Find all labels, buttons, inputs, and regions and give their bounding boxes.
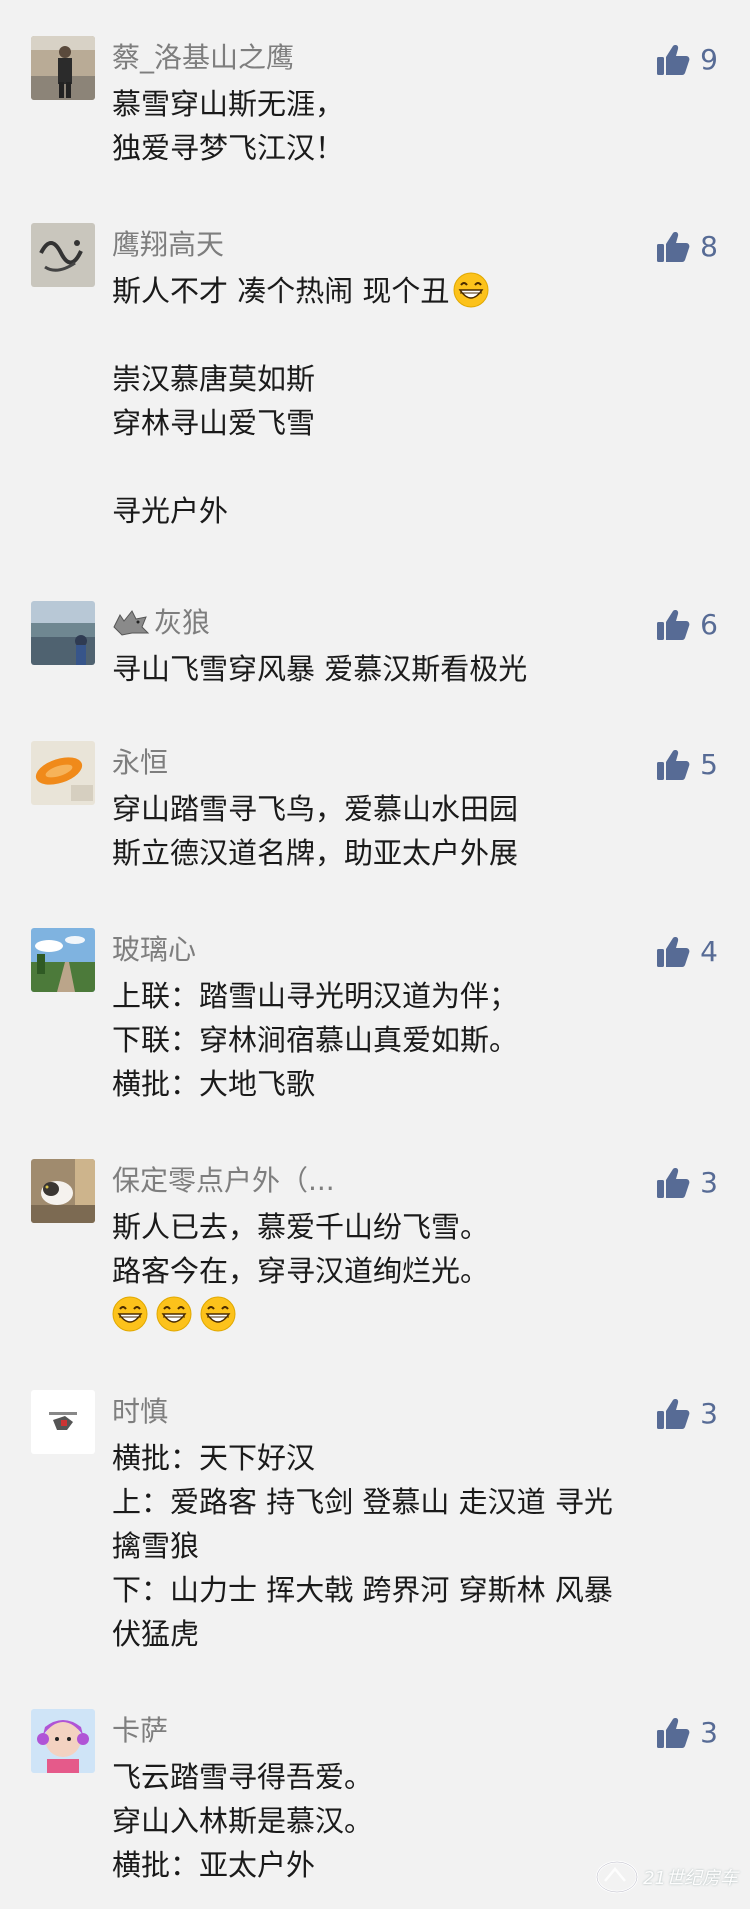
text-line: 上：爱路客 持飞剑 登慕山 走汉道 寻光 (112, 1485, 613, 1519)
watermark-logo-icon (595, 1860, 639, 1894)
avatar[interactable] (31, 741, 95, 805)
thumbs-up-icon (657, 1168, 690, 1198)
like-button[interactable]: 3 (656, 1713, 718, 1753)
text-line: 穿林寻山爱飞雪 (112, 406, 316, 440)
text-line: 飞云踏雪寻得吾爱。 (112, 1760, 374, 1794)
like-count: 9 (700, 43, 718, 76)
text-line: 路客今在，穿寻汉道绚烂光。 (112, 1254, 490, 1288)
text-line: 穿山入林斯是慕汉。 (112, 1804, 374, 1838)
text-line: 寻山飞雪穿风暴 爱慕汉斯看极光 (112, 652, 528, 686)
text-line: 下：山力士 挥大戟 跨界河 穿斯林 风暴 (112, 1573, 613, 1607)
comment-author[interactable]: 卡萨 (112, 1711, 168, 1751)
text-line: 横批：天下好汉 (112, 1441, 316, 1475)
like-button[interactable]: 6 (656, 605, 718, 645)
like-button[interactable]: 5 (656, 745, 718, 785)
wolf-emoji-icon (113, 610, 150, 636)
grinning-emoji-icon (156, 1296, 192, 1332)
comment-text: 横批：天下好汉 上：爱路客 持飞剑 登慕山 走汉道 寻光 擒雪狼 下：山力士 挥… (112, 1436, 613, 1656)
comment-author[interactable]: 鹰翔高天 (112, 225, 224, 265)
grinning-emoji-icon (200, 1296, 236, 1332)
like-button[interactable]: 3 (656, 1163, 718, 1203)
thumbs-up-icon (657, 610, 690, 640)
thumbs-up-icon (657, 1399, 690, 1429)
text-line: 寻光户外 (112, 494, 229, 528)
text-line: 独爱寻梦飞江汉！ (112, 131, 345, 165)
text-line: 横批：亚太户外 (112, 1848, 316, 1882)
text-line: 上联：踏雪山寻光明汉道为伴； (112, 979, 519, 1013)
text-line: 慕雪穿山斯无涯， (112, 87, 345, 121)
comment-author[interactable]: 保定零点户外（... (112, 1161, 335, 1201)
text-line: 伏猛虎 (112, 1617, 200, 1651)
comment-author[interactable]: 蔡_洛基山之鹰 (112, 38, 294, 78)
like-count: 8 (700, 230, 718, 263)
like-count: 6 (700, 608, 718, 641)
like-count: 3 (700, 1166, 718, 1199)
thumbs-up-icon (657, 937, 690, 967)
text-line: 斯人不才 凑个热闹 现个丑 (112, 274, 450, 308)
author-label: 灰狼 (154, 606, 211, 639)
comment-text: 寻山飞雪穿风暴 爱慕汉斯看极光 (112, 647, 527, 691)
thumbs-up-icon (657, 232, 690, 262)
comment-text: 穿山踏雪寻飞鸟，爱慕山水田园 斯立德汉道名牌，助亚太户外展 (112, 787, 518, 875)
like-count: 5 (700, 748, 718, 781)
text-line: 崇汉慕唐莫如斯 (112, 362, 316, 396)
comment-text: 飞云踏雪寻得吾爱。 穿山入林斯是慕汉。 横批：亚太户外 (112, 1755, 373, 1887)
like-count: 4 (700, 935, 718, 968)
avatar[interactable] (31, 1390, 95, 1454)
thumbs-up-icon (657, 45, 690, 75)
avatar[interactable] (31, 1709, 95, 1773)
comment-text: 斯人不才 凑个热闹 现个丑 崇汉慕唐莫如斯 穿林寻山爱飞雪 寻光户外 (112, 269, 497, 533)
watermark: 21世纪房车 (595, 1859, 738, 1895)
comment-text: 斯人已去，慕爱千山纷飞雪。 路客今在，穿寻汉道绚烂光。 (112, 1205, 489, 1337)
like-button[interactable]: 8 (656, 227, 718, 267)
like-button[interactable]: 9 (656, 40, 718, 80)
text-line: 横批：大地飞歌 (112, 1067, 316, 1101)
comment-author[interactable]: 时慎 (112, 1392, 168, 1432)
comment-author[interactable]: 玻璃心 (112, 930, 196, 970)
grinning-emoji-icon (453, 272, 489, 308)
avatar[interactable] (31, 1159, 95, 1223)
like-button[interactable]: 3 (656, 1394, 718, 1434)
like-count: 3 (700, 1716, 718, 1749)
text-line: 斯人已去，慕爱千山纷飞雪。 (112, 1210, 490, 1244)
grinning-emoji-icon (112, 1296, 148, 1332)
thumbs-up-icon (657, 1718, 690, 1748)
avatar[interactable] (31, 223, 95, 287)
avatar[interactable] (31, 601, 95, 665)
comment-text: 上联：踏雪山寻光明汉道为伴； 下联：穿林涧宿慕山真爱如斯。 横批：大地飞歌 (112, 974, 518, 1106)
comment-author[interactable]: 永恒 (112, 743, 168, 783)
text-line: 擒雪狼 (112, 1529, 200, 1563)
comment-text: 慕雪穿山斯无涯， 独爱寻梦飞江汉！ (112, 82, 344, 170)
text-line: 穿山踏雪寻飞鸟，爱慕山水田园 (112, 792, 519, 826)
thumbs-up-icon (657, 750, 690, 780)
watermark-text: 21世纪房车 (643, 1868, 738, 1889)
comment-author[interactable]: 灰狼 (112, 603, 210, 643)
text-line: 下联：穿林涧宿慕山真爱如斯。 (112, 1023, 519, 1057)
text-line: 斯立德汉道名牌，助亚太户外展 (112, 836, 519, 870)
like-button[interactable]: 4 (656, 932, 718, 972)
like-count: 3 (700, 1397, 718, 1430)
avatar[interactable] (31, 36, 95, 100)
avatar[interactable] (31, 928, 95, 992)
